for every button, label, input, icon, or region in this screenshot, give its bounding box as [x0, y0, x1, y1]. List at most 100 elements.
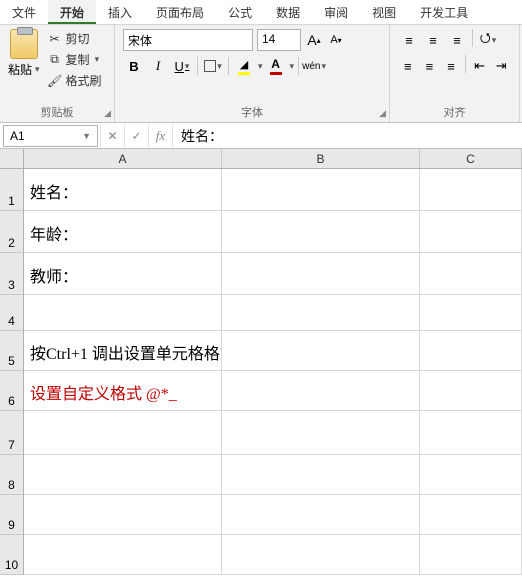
menu-item[interactable]: 视图	[360, 0, 408, 24]
cut-button[interactable]: ✂ 剪切	[46, 29, 104, 48]
dialog-launcher-icon[interactable]: ◢	[104, 108, 111, 119]
font-color-button[interactable]: A	[265, 55, 287, 77]
cell[interactable]	[420, 495, 522, 535]
menu-item[interactable]: 插入	[96, 0, 144, 24]
paste-button[interactable]: 粘贴▾	[8, 29, 40, 90]
cell[interactable]	[222, 411, 420, 455]
chevron-down-icon: ▼	[82, 131, 91, 141]
cell[interactable]	[24, 295, 222, 331]
cell[interactable]	[420, 331, 522, 371]
row-header[interactable]: 9	[0, 495, 24, 535]
cell[interactable]	[24, 455, 222, 495]
format-painter-button[interactable]: 🖌 格式刷	[46, 71, 104, 90]
separator	[197, 57, 198, 75]
font-size-combo[interactable]: 14	[257, 29, 301, 51]
decrease-indent-button[interactable]: ⇤	[470, 55, 490, 77]
chevron-down-icon: ▾	[95, 54, 100, 65]
cell[interactable]	[420, 535, 522, 575]
cell[interactable]	[420, 253, 522, 295]
cell[interactable]	[222, 455, 420, 495]
underline-button[interactable]: U▾	[171, 55, 193, 77]
align-right-button[interactable]: ≡	[441, 55, 461, 77]
italic-button[interactable]: I	[147, 55, 169, 77]
cell[interactable]	[420, 371, 522, 411]
menu-item[interactable]: 开发工具	[408, 0, 480, 24]
cell[interactable]	[222, 211, 420, 253]
formula-input[interactable]: 姓名：	[172, 125, 522, 147]
phonetic-button[interactable]: wén▾	[303, 55, 325, 77]
cell[interactable]	[222, 371, 420, 411]
cell[interactable]	[222, 535, 420, 575]
fill-color-swatch	[238, 72, 250, 75]
increase-indent-button[interactable]: ⇥	[491, 55, 511, 77]
row-header[interactable]: 3	[0, 253, 24, 295]
cell[interactable]	[420, 295, 522, 331]
align-top-button[interactable]: ≡	[398, 29, 420, 51]
border-button[interactable]: ▾	[202, 55, 224, 77]
column-header[interactable]: C	[420, 149, 522, 168]
fx-button[interactable]: fx	[148, 125, 172, 147]
row-header[interactable]: 5	[0, 331, 24, 371]
separator	[465, 55, 466, 73]
cell[interactable]: 教师：	[24, 253, 222, 295]
cell[interactable]	[24, 411, 222, 455]
column-header[interactable]: A	[24, 149, 222, 168]
ribbon: 粘贴▾ ✂ 剪切 ⧉ 复制▾ 🖌 格式刷 剪贴板 ◢ 宋体	[0, 25, 522, 123]
align-center-button[interactable]: ≡	[420, 55, 440, 77]
table-row: 8	[0, 455, 522, 495]
cancel-formula-button[interactable]: ✕	[100, 125, 124, 147]
column-header[interactable]: B	[222, 149, 420, 168]
cell[interactable]	[420, 169, 522, 211]
cell[interactable]	[222, 331, 420, 371]
menu-item[interactable]: 页面布局	[144, 0, 216, 24]
cell[interactable]	[420, 211, 522, 253]
row-header[interactable]: 8	[0, 455, 24, 495]
row-header[interactable]: 10	[0, 535, 24, 575]
dialog-launcher-icon[interactable]: ◢	[379, 108, 386, 119]
row-header[interactable]: 6	[0, 371, 24, 411]
cell[interactable]	[420, 455, 522, 495]
menu-item[interactable]: 数据	[264, 0, 312, 24]
orientation-button[interactable]: ⭯▾	[477, 29, 499, 51]
chevron-down-icon[interactable]: ▾	[258, 61, 263, 72]
cell[interactable]	[24, 535, 222, 575]
group-title-font: 字体	[115, 104, 389, 120]
cell[interactable]	[222, 495, 420, 535]
cell[interactable]	[222, 295, 420, 331]
copy-button[interactable]: ⧉ 复制▾	[46, 50, 104, 69]
table-row: 6设置自定义格式 @*_	[0, 371, 522, 411]
align-middle-button[interactable]: ≡	[422, 29, 444, 51]
bold-button[interactable]: B	[123, 55, 145, 77]
cell[interactable]: 年龄：	[24, 211, 222, 253]
align-bottom-button[interactable]: ≡	[446, 29, 468, 51]
confirm-formula-button[interactable]: ✓	[124, 125, 148, 147]
menu-item[interactable]: 公式	[216, 0, 264, 24]
row-header[interactable]: 4	[0, 295, 24, 331]
select-all-corner[interactable]	[0, 149, 24, 169]
cell[interactable]	[24, 495, 222, 535]
cell[interactable]	[222, 253, 420, 295]
cell[interactable]	[222, 169, 420, 211]
table-row: 3教师：	[0, 253, 522, 295]
group-title-align: 对齐	[390, 104, 519, 120]
cell[interactable]	[420, 411, 522, 455]
font-name-combo[interactable]: 宋体	[123, 29, 253, 51]
row-header[interactable]: 7	[0, 411, 24, 455]
row-header[interactable]: 1	[0, 169, 24, 211]
cell[interactable]: 设置自定义格式 @*_	[24, 371, 222, 411]
align-left-button[interactable]: ≡	[398, 55, 418, 77]
cell[interactable]: 按Ctrl+1 调出设置单元格格式对话框	[24, 331, 222, 371]
cell[interactable]: 姓名：	[24, 169, 222, 211]
name-box[interactable]: A1 ▼	[3, 125, 98, 147]
decrease-font-button[interactable]: A▾	[327, 30, 345, 50]
menu-item[interactable]: 审阅	[312, 0, 360, 24]
grid-rows: 1姓名：2年龄：3教师：45按Ctrl+1 调出设置单元格格式对话框6设置自定义…	[0, 169, 522, 575]
increase-font-button[interactable]: A▴	[305, 30, 323, 50]
menu-item[interactable]: 开始	[48, 0, 96, 24]
chevron-down-icon: ▾	[217, 61, 222, 72]
row-header[interactable]: 2	[0, 211, 24, 253]
chevron-down-icon[interactable]: ▾	[290, 61, 295, 72]
fill-color-button[interactable]: ◢	[233, 55, 255, 77]
chevron-down-icon: ▾	[492, 35, 497, 46]
menu-item[interactable]: 文件	[0, 0, 48, 24]
